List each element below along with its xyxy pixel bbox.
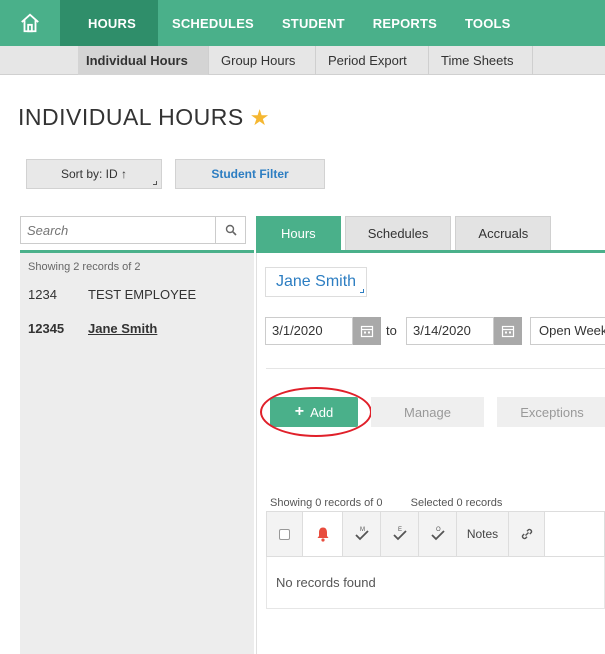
search-icon[interactable] (215, 217, 245, 243)
person-selector[interactable]: Jane Smith (265, 267, 368, 297)
alarm-bell-icon[interactable] (303, 512, 343, 556)
record-name: TEST EMPLOYEE (88, 287, 197, 302)
period-select[interactable]: Open Weeks (530, 317, 605, 345)
dropdown-corner-icon (153, 181, 157, 185)
nav-tools[interactable]: TOOLS (451, 0, 525, 46)
start-date-input[interactable]: 3/1/2020 (265, 317, 353, 345)
dropdown-corner-icon (360, 289, 365, 293)
page-title: INDIVIDUAL HOURS ★ (18, 104, 270, 131)
empty-grid-message: No records found (266, 557, 605, 609)
student-filter-label: Student Filter (211, 167, 289, 181)
sort-label: Sort by: ID ↑ (60, 167, 128, 181)
subnav-group-hours[interactable]: Group Hours (213, 46, 316, 75)
person-name: Jane Smith (276, 273, 357, 290)
notes-column-header[interactable]: Notes (457, 512, 509, 556)
page-title-text: INDIVIDUAL HOURS (18, 104, 244, 130)
nav-hours[interactable]: HOURS (60, 0, 158, 46)
date-range-to: to (386, 323, 397, 338)
search-box (20, 216, 246, 244)
home-icon[interactable] (0, 0, 60, 46)
list-item-selected[interactable]: 12345 Jane Smith (28, 321, 157, 336)
nav-student[interactable]: STUDENT (268, 0, 359, 46)
grid-info: Showing 0 records of 0 Selected 0 record… (270, 497, 502, 509)
exceptions-label: Exceptions (520, 404, 584, 420)
record-list-panel: Showing 2 records of 2 1234 TEST EMPLOYEE… (20, 250, 254, 654)
calendar-icon[interactable] (353, 317, 381, 345)
tab-schedules[interactable]: Schedules (344, 216, 452, 250)
exceptions-button[interactable]: Exceptions (497, 397, 605, 427)
nav-schedules[interactable]: SCHEDULES (158, 0, 268, 46)
o-check-icon[interactable]: O (419, 512, 457, 556)
svg-text:M: M (360, 527, 365, 533)
link-icon[interactable] (509, 512, 545, 556)
nav-reports[interactable]: REPORTS (359, 0, 451, 46)
svg-text:E: E (398, 527, 402, 533)
record-count: Showing 2 records of 2 (28, 261, 141, 273)
student-filter-button[interactable]: Student Filter (175, 159, 325, 189)
grid-header: M E O Notes (266, 511, 605, 557)
record-id: 12345 (28, 321, 65, 336)
sub-nav: Individual Hours Group Hours Period Expo… (0, 46, 605, 75)
top-nav: HOURS SCHEDULES STUDENT REPORTS TOOLS (0, 0, 605, 46)
select-all-checkbox[interactable] (267, 512, 303, 556)
subnav-period-export[interactable]: Period Export (320, 46, 429, 75)
e-check-icon[interactable]: E (381, 512, 419, 556)
record-name: Jane Smith (88, 321, 158, 336)
manage-label: Manage (404, 404, 451, 420)
manage-button[interactable]: Manage (371, 397, 484, 427)
highlight-circle (260, 387, 372, 437)
m-check-icon[interactable]: M (343, 512, 381, 556)
grid-record-count: Showing 0 records of 0 (270, 497, 383, 509)
calendar-icon[interactable] (494, 317, 522, 345)
sort-button[interactable]: Sort by: ID ↑ (26, 159, 162, 189)
star-icon[interactable]: ★ (250, 105, 270, 131)
tab-hours[interactable]: Hours (256, 216, 341, 250)
subnav-individual-hours[interactable]: Individual Hours (78, 46, 209, 75)
record-id: 1234 (28, 287, 57, 302)
subnav-time-sheets[interactable]: Time Sheets (433, 46, 533, 75)
divider (266, 368, 605, 369)
notes-header-label: Notes (466, 527, 499, 541)
tab-accruals[interactable]: Accruals (455, 216, 552, 250)
search-input[interactable] (21, 217, 217, 243)
end-date-input[interactable]: 3/14/2020 (406, 317, 494, 345)
grid-selected-count: Selected 0 records (410, 497, 503, 509)
list-item[interactable]: 1234 TEST EMPLOYEE (28, 287, 196, 302)
detail-tabs: Hours Schedules Accruals (256, 216, 555, 250)
svg-text:O: O (436, 527, 441, 533)
